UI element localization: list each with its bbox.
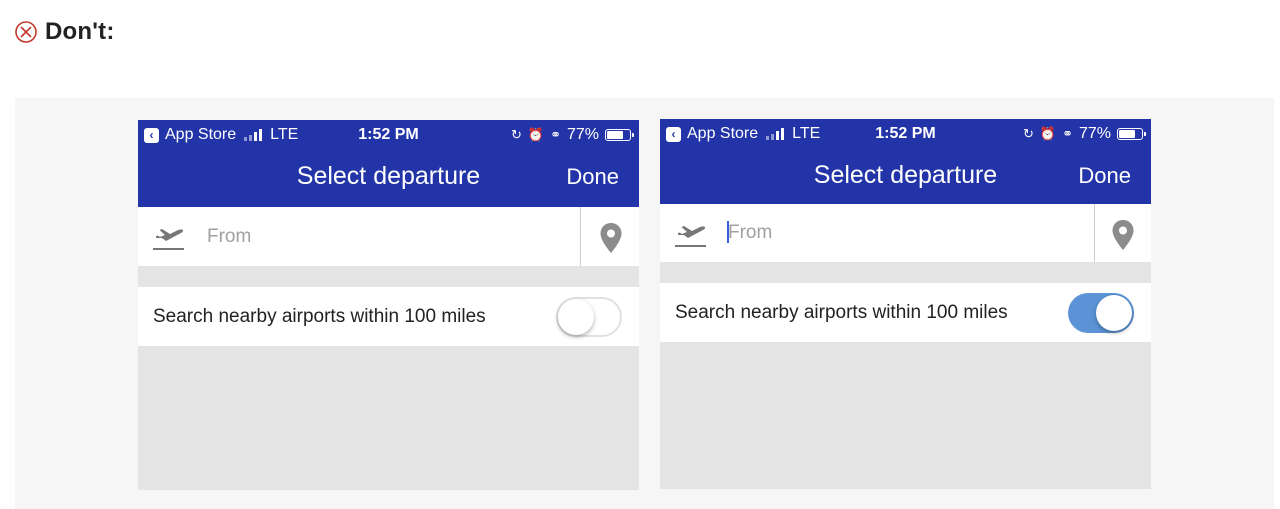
nearby-airports-label: Search nearby airports within 100 miles: [675, 302, 1008, 323]
nav-bar: ‹ App Store LTE 1:52 PM ↻ ⏰ ⚭ 77% Select…: [138, 120, 639, 207]
field-divider: [580, 207, 581, 266]
nav-title: Select departure: [813, 161, 998, 189]
nearby-airports-toggle[interactable]: [1068, 293, 1134, 333]
from-field[interactable]: From: [138, 207, 639, 266]
battery-icon: [605, 129, 634, 141]
status-bar: ‹ App Store LTE 1:52 PM ↻ ⏰ ⚭ 77%: [138, 120, 639, 148]
rotation-lock-icon: ↻: [510, 127, 522, 142]
from-placeholder: From: [207, 226, 252, 247]
alarm-icon: ⏰: [1039, 126, 1057, 141]
headphones-icon: ⚭: [1062, 126, 1073, 141]
from-field[interactable]: From: [660, 204, 1151, 262]
location-pin-icon[interactable]: [599, 222, 623, 254]
done-button[interactable]: Done: [1078, 163, 1131, 189]
headphones-icon: ⚭: [550, 127, 561, 142]
plane-departure-icon: [153, 229, 184, 250]
status-bar: ‹ App Store LTE 1:52 PM ↻ ⏰ ⚭ 77%: [660, 119, 1151, 147]
battery-icon: [1117, 128, 1146, 140]
location-pin-icon[interactable]: [1111, 219, 1135, 251]
done-button[interactable]: Done: [566, 164, 619, 190]
phone-screen-toggle-on: ‹ App Store LTE 1:52 PM ↻ ⏰ ⚭ 77% Select…: [660, 119, 1151, 489]
nav-title: Select departure: [296, 162, 481, 190]
alarm-icon: ⏰: [527, 127, 545, 142]
plane-departure-icon: [675, 226, 706, 247]
phone-screen-toggle-off: ‹ App Store LTE 1:52 PM ↻ ⏰ ⚭ 77% Select…: [138, 120, 639, 490]
x-circle-icon: [15, 21, 37, 43]
toggle-knob: [558, 299, 594, 335]
section-heading: Don't:: [14, 16, 115, 48]
example-panel: ‹ App Store LTE 1:52 PM ↻ ⏰ ⚭ 77% Select…: [15, 98, 1274, 509]
nearby-airports-toggle[interactable]: [556, 297, 622, 337]
from-placeholder: From: [728, 222, 773, 243]
nearby-airports-row: Search nearby airports within 100 miles: [138, 287, 639, 346]
battery-percent: 77%: [1078, 125, 1111, 142]
field-divider: [1094, 204, 1095, 262]
nearby-airports-row: Search nearby airports within 100 miles: [660, 283, 1151, 342]
nearby-airports-label: Search nearby airports within 100 miles: [153, 306, 486, 327]
nav-bar: ‹ App Store LTE 1:52 PM ↻ ⏰ ⚭ 77% Select…: [660, 119, 1151, 204]
toggle-knob: [1096, 295, 1132, 331]
rotation-lock-icon: ↻: [1022, 126, 1034, 141]
heading-title: Don't:: [45, 18, 115, 45]
battery-percent: 77%: [566, 126, 599, 143]
